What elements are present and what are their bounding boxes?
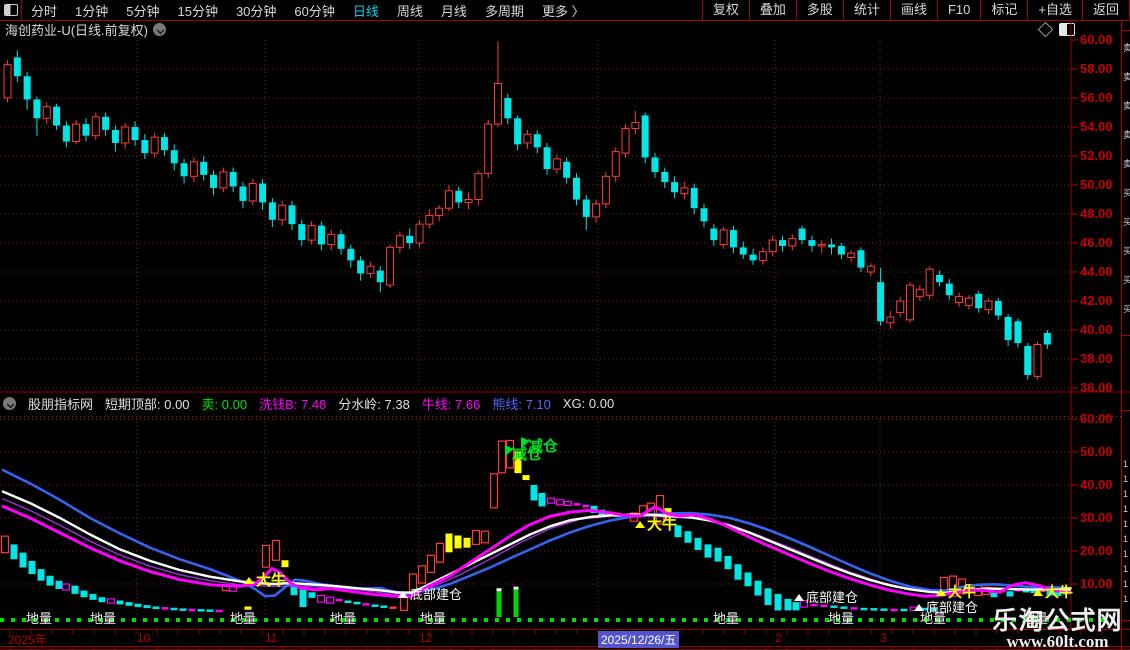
indicator-header-value-0: 股朋指标网 xyxy=(28,396,94,412)
diliang-label: 地量 xyxy=(26,611,52,626)
clipped-glyph: 1 xyxy=(1123,579,1129,589)
indicator-collapse-icon[interactable] xyxy=(3,396,16,410)
clipped-glyph: 买 xyxy=(1123,215,1130,228)
date-label-3: 12 xyxy=(419,631,433,645)
date-label-2: 11 xyxy=(265,631,278,645)
svg-text:48.00: 48.00 xyxy=(1080,206,1113,221)
clipped-glyph: 买 xyxy=(1123,273,1130,286)
svg-text:20.00: 20.00 xyxy=(1080,543,1113,558)
svg-text:10.00: 10.00 xyxy=(1080,576,1113,591)
indicator-header-value-5: 牛线: 7.66 xyxy=(421,396,481,412)
diliang-label: 地量 xyxy=(420,611,446,626)
date-label-4: 2 xyxy=(775,631,782,645)
clipped-glyph: 1 xyxy=(1123,474,1129,484)
svg-text:42.00: 42.00 xyxy=(1080,293,1113,308)
clipped-glyph: 1 xyxy=(1123,534,1129,544)
clipped-glyph: 1 xyxy=(1123,519,1129,529)
indicator-header-value-2: 卖: 0.00 xyxy=(201,396,248,412)
diliang-label: 地量 xyxy=(90,611,116,626)
clipped-glyph: 买 xyxy=(1123,244,1130,257)
svg-text:大牛: 大牛 xyxy=(1045,584,1073,600)
svg-text:40.00: 40.00 xyxy=(1080,322,1113,337)
svg-text:54.00: 54.00 xyxy=(1080,119,1113,134)
watermark: 乐淘公式网 www.60lt.com xyxy=(985,608,1130,650)
indicator-header-value-4: 分水岭: 7.38 xyxy=(338,396,410,412)
svg-text:58.00: 58.00 xyxy=(1080,61,1113,76)
indicator-header-value-6: 熊线: 7.10 xyxy=(492,396,551,412)
watermark-url: www.60lt.com xyxy=(1006,632,1109,650)
next-pane-strip xyxy=(0,646,1130,650)
svg-text:大牛: 大牛 xyxy=(948,584,976,600)
trading-app-window: 分时 1分钟 5分钟 15分钟 30分钟 60分钟 日线 周线 月线 多周期 更多 〉 复权 叠加 多股… xyxy=(0,0,1130,650)
main-candles xyxy=(3,41,1051,380)
svg-text:52.00: 52.00 xyxy=(1080,148,1113,163)
date-label-1: 10 xyxy=(137,631,151,645)
svg-text:底部建仓: 底部建仓 xyxy=(806,590,858,605)
clipped-glyph: 卖 xyxy=(1123,99,1130,112)
svg-text:减仓: 减仓 xyxy=(528,437,559,455)
clipped-glyph: 卖 xyxy=(1123,41,1130,54)
diliang-label: 地量 xyxy=(828,611,854,626)
svg-text:46.00: 46.00 xyxy=(1080,235,1113,250)
svg-text:50.00: 50.00 xyxy=(1080,177,1113,192)
right-clipped-quote-panel[interactable]: 卖卖卖卖卖买买买买买1111111111 xyxy=(1121,21,1130,650)
clipped-glyph: 卖 xyxy=(1123,128,1130,141)
svg-text:50.00: 50.00 xyxy=(1080,444,1113,459)
date-label-5: 3 xyxy=(880,631,887,645)
diliang-label: 地量 xyxy=(230,611,256,626)
svg-text:60.00: 60.00 xyxy=(1080,32,1113,47)
svg-text:大牛: 大牛 xyxy=(256,571,286,589)
indicator-header: 股朋指标网 短期顶部: 0.00 卖: 0.00 洗钱B: 7.48 分水岭: 7.38… xyxy=(0,393,614,413)
clipped-glyph: 1 xyxy=(1123,564,1129,574)
clipped-glyph: 买 xyxy=(1123,186,1130,199)
indicator-header-value-3: 洗钱B: 7.48 xyxy=(259,396,327,412)
main-gridlines: 60.00 58.00 56.00 54.00 52.00 50.00 48.00 46.00… xyxy=(0,32,1113,618)
svg-text:底部建仓: 底部建仓 xyxy=(926,600,978,615)
chart-canvas[interactable]: 60.00 58.00 56.00 54.00 52.00 50.00 48.00 46.00… xyxy=(0,0,1130,650)
watermark-site-name: 乐淘公式网 xyxy=(992,607,1123,635)
svg-text:56.00: 56.00 xyxy=(1080,90,1113,105)
clipped-glyph: 1 xyxy=(1123,594,1129,604)
clipped-glyph: 1 xyxy=(1123,459,1129,469)
svg-text:38.00: 38.00 xyxy=(1080,351,1113,366)
clipped-glyph: 卖 xyxy=(1123,70,1130,83)
svg-text:44.00: 44.00 xyxy=(1080,264,1113,279)
svg-text:30.00: 30.00 xyxy=(1080,510,1113,525)
svg-text:大牛: 大牛 xyxy=(647,515,677,533)
svg-text:40.00: 40.00 xyxy=(1080,477,1113,492)
svg-text:36.00: 36.00 xyxy=(1080,380,1113,395)
indicator-header-value-7: XG: 0.00 xyxy=(562,395,615,411)
date-axis: 2025年 10 11 12 2 3 2025/12/26/五 xyxy=(0,629,1130,648)
diliang-label: 地量 xyxy=(330,611,356,626)
indicator-bars xyxy=(0,439,1070,617)
svg-text:60.00: 60.00 xyxy=(1080,411,1113,426)
clipped-glyph: 1 xyxy=(1123,504,1129,514)
clipped-glyph: 卖 xyxy=(1123,157,1130,170)
indicator-header-value-1: 短期顶部: 0.00 xyxy=(105,396,190,412)
clipped-glyph: 1 xyxy=(1123,549,1129,559)
diliang-label: 地量 xyxy=(713,611,739,626)
clipped-glyph: 买 xyxy=(1123,302,1130,315)
svg-text:底部建仓: 底部建仓 xyxy=(410,587,462,602)
clipped-glyph: 1 xyxy=(1123,489,1129,499)
